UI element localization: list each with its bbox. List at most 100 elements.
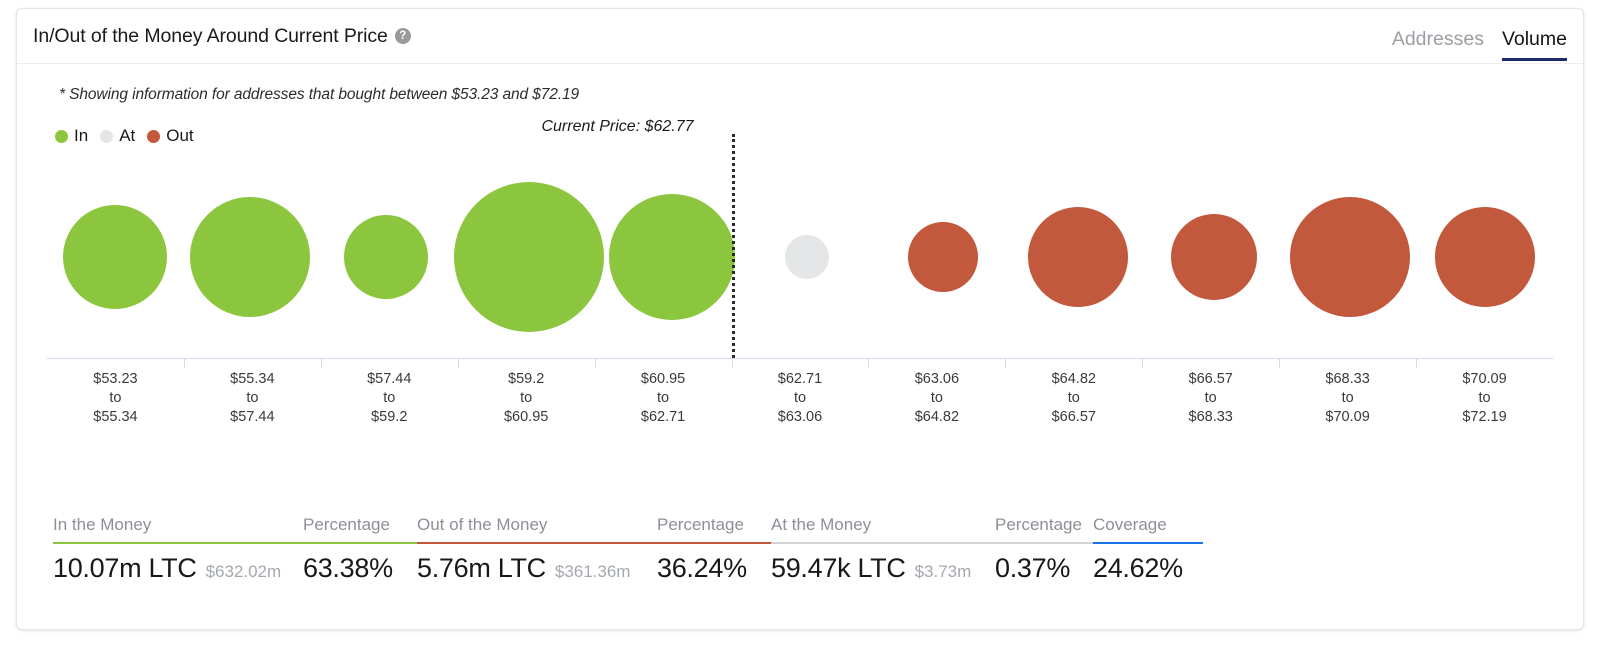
help-circle-icon[interactable]: ? [394, 28, 411, 44]
bubble-series [47, 156, 1553, 358]
stat-primary-value: 24.62% [1093, 553, 1183, 583]
x-axis-label-0: $53.23 to $55.34 [47, 370, 184, 427]
bubble-cell [453, 156, 604, 358]
x-axis-tick [594, 359, 732, 368]
bubble-out-9[interactable] [1289, 197, 1410, 317]
x-axis-tick [1142, 359, 1279, 368]
bin-high: $68.33 [1188, 409, 1233, 425]
stat-label: At the Money [771, 515, 995, 544]
stat-label: Percentage [657, 515, 771, 544]
legend-label-in: In [74, 126, 89, 145]
bubble-cell [1417, 156, 1553, 358]
bin-low: $68.33 [1325, 371, 1370, 387]
stat-value-row: 36.24% [657, 553, 771, 584]
bin-to: to [930, 390, 943, 406]
card-header: In/Out of the Money Around Current Price… [17, 9, 1583, 64]
x-axis-tick [731, 359, 869, 368]
bubble-cell [875, 156, 1011, 358]
legend-item-in[interactable]: In [55, 126, 88, 146]
title-group: In/Out of the Money Around Current Price… [33, 25, 411, 48]
note-text: * Showing information for addresses that… [59, 86, 580, 103]
bin-high: $66.57 [1051, 409, 1096, 425]
stat-block-0: In the Money 10.07m LTC $632.02m [53, 515, 303, 584]
bubble-cell [183, 156, 319, 358]
x-axis-label-9: $68.33 to $70.09 [1279, 370, 1416, 427]
bubble-cell [1146, 156, 1282, 358]
bin-low: $63.06 [914, 371, 960, 387]
stat-block-2: Out of the Money 5.76m LTC $361.36m [417, 515, 657, 584]
bubble-in-2[interactable] [343, 215, 428, 299]
chart-legend: In At Out [55, 126, 1583, 146]
current-price-label: Current Price: $62.77 [541, 118, 694, 135]
x-axis-label-4: $60.95 to $62.71 [595, 370, 732, 427]
bin-low: $64.82 [1051, 371, 1096, 387]
bin-high: $63.06 [777, 409, 823, 425]
bin-high: $55.34 [93, 409, 138, 425]
x-axis-tick [183, 359, 321, 368]
in-out-of-money-card: In/Out of the Money Around Current Price… [16, 8, 1584, 630]
current-price-line [731, 134, 735, 358]
x-axis-tick [1279, 359, 1416, 368]
bubble-in-3[interactable] [453, 182, 604, 332]
bubble-in-0[interactable] [62, 205, 167, 309]
stat-value-row: 5.76m LTC $361.36m [417, 553, 657, 584]
bin-to: to [383, 390, 396, 406]
x-axis-ticks [47, 359, 1553, 368]
bubble-out-7[interactable] [1028, 207, 1129, 307]
stat-label: Out of the Money [417, 515, 657, 544]
page-title: In/Out of the Money Around Current Price [33, 24, 388, 47]
bin-high: $64.82 [914, 409, 960, 425]
bubble-at-5[interactable] [785, 235, 830, 279]
stat-secondary-value: $3.73m [914, 562, 972, 581]
tab-addresses[interactable]: Addresses [1392, 29, 1484, 62]
bubble-in-4[interactable] [608, 194, 735, 320]
bin-low: $59.2 [508, 371, 545, 387]
bin-low: $57.44 [367, 371, 412, 387]
x-axis-tick [320, 359, 458, 368]
chart-plot-area: Current Price: $62.77 [47, 118, 1553, 358]
x-axis-label-8: $66.57 to $68.33 [1142, 370, 1279, 427]
x-axis-label-2: $57.44 to $59.2 [321, 370, 458, 427]
x-axis-tick [1416, 359, 1553, 368]
x-axis-label-7: $64.82 to $66.57 [1005, 370, 1142, 427]
legend-label-out: Out [166, 126, 194, 145]
x-axis-label-1: $55.34 to $57.44 [184, 370, 321, 427]
tab-volume[interactable]: Volume [1501, 29, 1568, 62]
stat-value-row: 63.38% [303, 553, 417, 584]
bubble-in-1[interactable] [190, 197, 311, 317]
stat-primary-value: 0.37% [995, 553, 1071, 583]
summary-stats: In the Money 10.07m LTC $632.02m Percentage… [53, 515, 1203, 584]
bin-to: to [793, 390, 807, 406]
bubble-out-10[interactable] [1435, 207, 1536, 307]
stat-value-row: 0.37% [995, 553, 1093, 584]
bin-to: to [1204, 390, 1217, 406]
bin-high: $62.71 [640, 409, 686, 425]
stat-secondary-value: $632.02m [205, 562, 282, 581]
stat-label: Percentage [995, 515, 1093, 544]
stat-value-row: 10.07m LTC $632.02m [53, 553, 303, 584]
bin-high: $59.2 [371, 409, 408, 425]
x-axis-tick [457, 359, 595, 368]
legend-item-at[interactable]: At [100, 126, 135, 146]
x-axis-tick [47, 359, 184, 368]
stat-secondary-value: $361.36m [554, 562, 631, 581]
bin-to: to [657, 390, 670, 406]
bubble-cell [1282, 156, 1418, 358]
bin-high: $60.95 [503, 409, 549, 425]
bin-low: $55.34 [230, 371, 275, 387]
stat-primary-value: 36.24% [657, 553, 747, 583]
stat-block-1: Percentage 63.38% [303, 515, 417, 584]
tab-bar: Addresses Volume [1392, 9, 1568, 63]
stat-primary-value: 5.76m LTC [417, 553, 546, 583]
bubble-out-6[interactable] [907, 222, 978, 292]
bubble-cell [1011, 156, 1147, 358]
stat-block-5: Percentage 0.37% [995, 515, 1093, 584]
bubble-cell [47, 156, 183, 358]
bubble-out-8[interactable] [1170, 214, 1257, 300]
legend-item-out[interactable]: Out [147, 126, 194, 146]
stat-label: In the Money [53, 515, 303, 544]
x-axis-tick [868, 359, 1005, 368]
stat-primary-value: 63.38% [303, 553, 393, 583]
bin-to: to [1478, 390, 1491, 406]
bin-low: $66.57 [1188, 371, 1233, 387]
